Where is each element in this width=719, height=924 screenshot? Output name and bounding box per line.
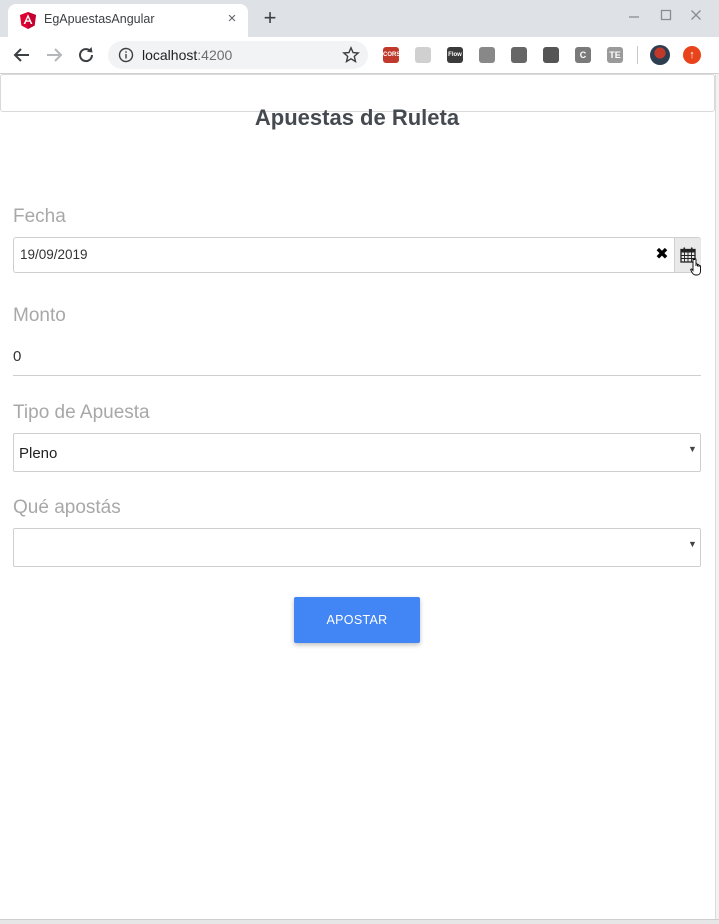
forward-arrow-icon[interactable] (42, 43, 66, 67)
que-apostas-label: Qué apostás (13, 497, 121, 518)
window-bottom-edge (0, 919, 719, 924)
fecha-value: 19/09/2019 (20, 247, 88, 262)
monto-label: Monto (13, 305, 66, 326)
reload-icon[interactable] (74, 43, 98, 67)
page-content: Apuestas de Ruleta Fecha 19/09/2019 ✖ Mo… (0, 74, 719, 920)
close-window-icon[interactable] (686, 6, 706, 26)
tipo-apuesta-select[interactable]: Pleno ▼ (13, 433, 701, 472)
apostar-button[interactable]: APOSTAR (294, 597, 420, 643)
update-arrow-icon[interactable]: ↑ (683, 46, 701, 64)
monto-input[interactable]: 0 (13, 348, 21, 365)
back-arrow-icon[interactable] (10, 43, 34, 67)
toolbar-separator (637, 46, 638, 64)
fecha-label: Fecha (13, 206, 66, 227)
bookmark-star-icon[interactable] (342, 46, 360, 64)
c-extension-icon[interactable]: C (575, 47, 591, 63)
info-icon (118, 47, 134, 63)
flow-extension-icon[interactable]: Flow (447, 47, 463, 63)
browser-toolbar: localhost:4200 CORS Flow C TE ↑ (0, 37, 719, 74)
clear-date-icon[interactable]: ✖ (654, 246, 670, 264)
angular-icon (20, 12, 36, 29)
window-right-edge (715, 74, 719, 919)
url-port: :4200 (197, 47, 233, 63)
new-tab-button[interactable]: + (259, 7, 281, 29)
cube-extension-icon[interactable] (511, 47, 527, 63)
profile-avatar[interactable] (650, 45, 670, 65)
vue-devtools-extension-icon[interactable] (479, 47, 495, 63)
que-apostas-select[interactable]: ▼ (13, 528, 701, 567)
minimize-icon[interactable] (624, 6, 644, 26)
page-title: Apuestas de Ruleta (254, 105, 460, 130)
monto-underline (13, 375, 701, 376)
close-tab-icon[interactable]: × (224, 11, 240, 27)
tipo-apuesta-value: Pleno (19, 445, 58, 462)
address-bar[interactable]: localhost:4200 (108, 41, 368, 69)
hash-extension-icon[interactable] (543, 47, 559, 63)
maximize-icon[interactable] (656, 6, 676, 26)
hand-cursor-icon (690, 258, 701, 276)
dropdown-arrow-icon: ▼ (688, 444, 697, 454)
address-url: localhost:4200 (142, 47, 232, 63)
cors-extension-icon[interactable]: CORS (383, 47, 399, 63)
fecha-date-input[interactable]: 19/09/2019 ✖ (13, 237, 701, 273)
tab-title: EgApuestasAngular (44, 12, 155, 26)
url-host: localhost (142, 47, 198, 63)
dropdown-arrow-icon: ▼ (688, 539, 697, 549)
browser-tabstrip: EgApuestasAngular × + (0, 0, 719, 37)
te-extension-icon[interactable]: TE (607, 47, 623, 63)
tipo-apuesta-label: Tipo de Apuesta (13, 402, 150, 423)
browser-tab[interactable]: EgApuestasAngular × (8, 4, 248, 37)
grid-extension-icon[interactable] (415, 47, 431, 63)
